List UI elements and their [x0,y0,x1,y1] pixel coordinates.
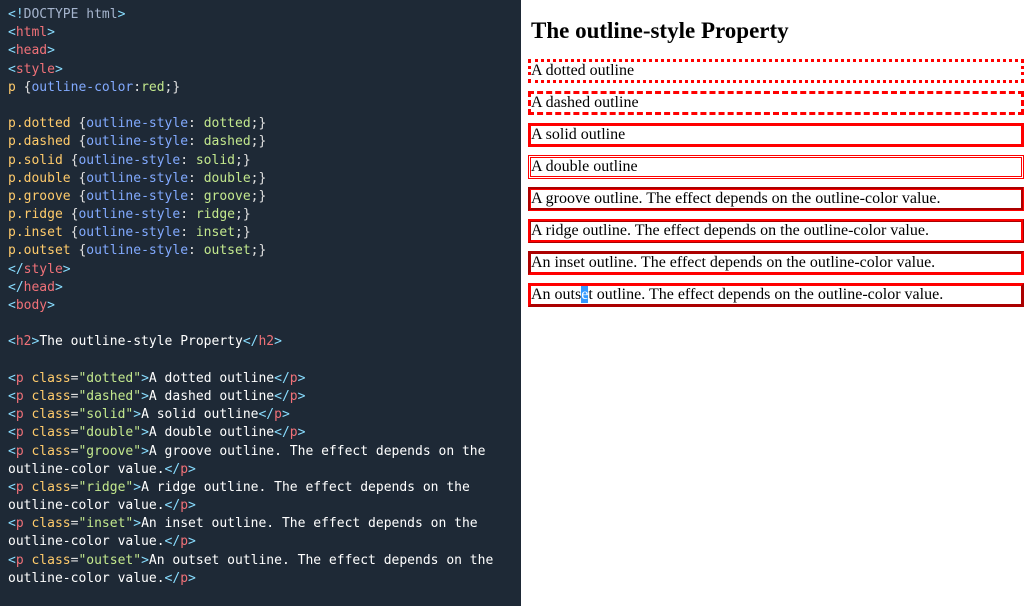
blank-line[interactable] [8,315,513,333]
p-line-ridge[interactable]: <p class="ridge">A ridge outline. The ef… [8,479,513,515]
preview-paragraph-double: A double outline [531,158,1021,176]
preview-paragraph-ridge: A ridge outline. The effect depends on t… [531,222,1021,240]
p-line-inset[interactable]: <p class="inset">An inset outline. The e… [8,515,513,551]
h2-line[interactable]: <h2>The outline-style Property</h2> [8,333,513,351]
preview-pane: The outline-style Property A dotted outl… [521,0,1031,606]
preview-paragraph-groove: A groove outline. The effect depends on … [531,190,1021,208]
p-line-groove[interactable]: <p class="groove">A groove outline. The … [8,443,513,479]
head-open[interactable]: <head> [8,42,513,60]
code-editor-pane[interactable]: <!DOCTYPE html><html><head><style>p {out… [0,0,521,606]
css-rule-dotted[interactable]: p.dotted {outline-style: dotted;} [8,115,513,133]
style-open[interactable]: <style> [8,61,513,79]
p-line-dashed[interactable]: <p class="dashed">A dashed outline</p> [8,388,513,406]
css-rule-groove[interactable]: p.groove {outline-style: groove;} [8,188,513,206]
head-close[interactable]: </head> [8,279,513,297]
css-rule-double[interactable]: p.double {outline-style: double;} [8,170,513,188]
css-rule-outset[interactable]: p.outset {outline-style: outset;} [8,242,513,260]
p-line-outset[interactable]: <p class="outset">An outset outline. The… [8,552,513,588]
blank-line[interactable] [8,97,513,115]
css-rule-solid[interactable]: p.solid {outline-style: solid;} [8,152,513,170]
text-cursor: e [581,286,588,303]
css-rule-ridge[interactable]: p.ridge {outline-style: ridge;} [8,206,513,224]
p-line-dotted[interactable]: <p class="dotted">A dotted outline</p> [8,370,513,388]
preview-paragraph-inset: An inset outline. The effect depends on … [531,254,1021,272]
preview-heading: The outline-style Property [531,18,1021,44]
css-rule-base[interactable]: p {outline-color:red;} [8,79,513,97]
preview-paragraph-outset: An outset outline. The effect depends on… [531,286,1021,304]
blank-line[interactable] [8,352,513,370]
blank-line[interactable] [8,588,513,606]
style-close[interactable]: </style> [8,261,513,279]
css-rule-inset[interactable]: p.inset {outline-style: inset;} [8,224,513,242]
p-line-double[interactable]: <p class="double">A double outline</p> [8,424,513,442]
preview-paragraph-dotted: A dotted outline [531,62,1021,80]
html-open[interactable]: <html> [8,24,513,42]
preview-paragraph-solid: A solid outline [531,126,1021,144]
body-open[interactable]: <body> [8,297,513,315]
doctype-line[interactable]: <!DOCTYPE html> [8,6,513,24]
css-rule-dashed[interactable]: p.dashed {outline-style: dashed;} [8,133,513,151]
p-line-solid[interactable]: <p class="solid">A solid outline</p> [8,406,513,424]
preview-paragraph-dashed: A dashed outline [531,94,1021,112]
